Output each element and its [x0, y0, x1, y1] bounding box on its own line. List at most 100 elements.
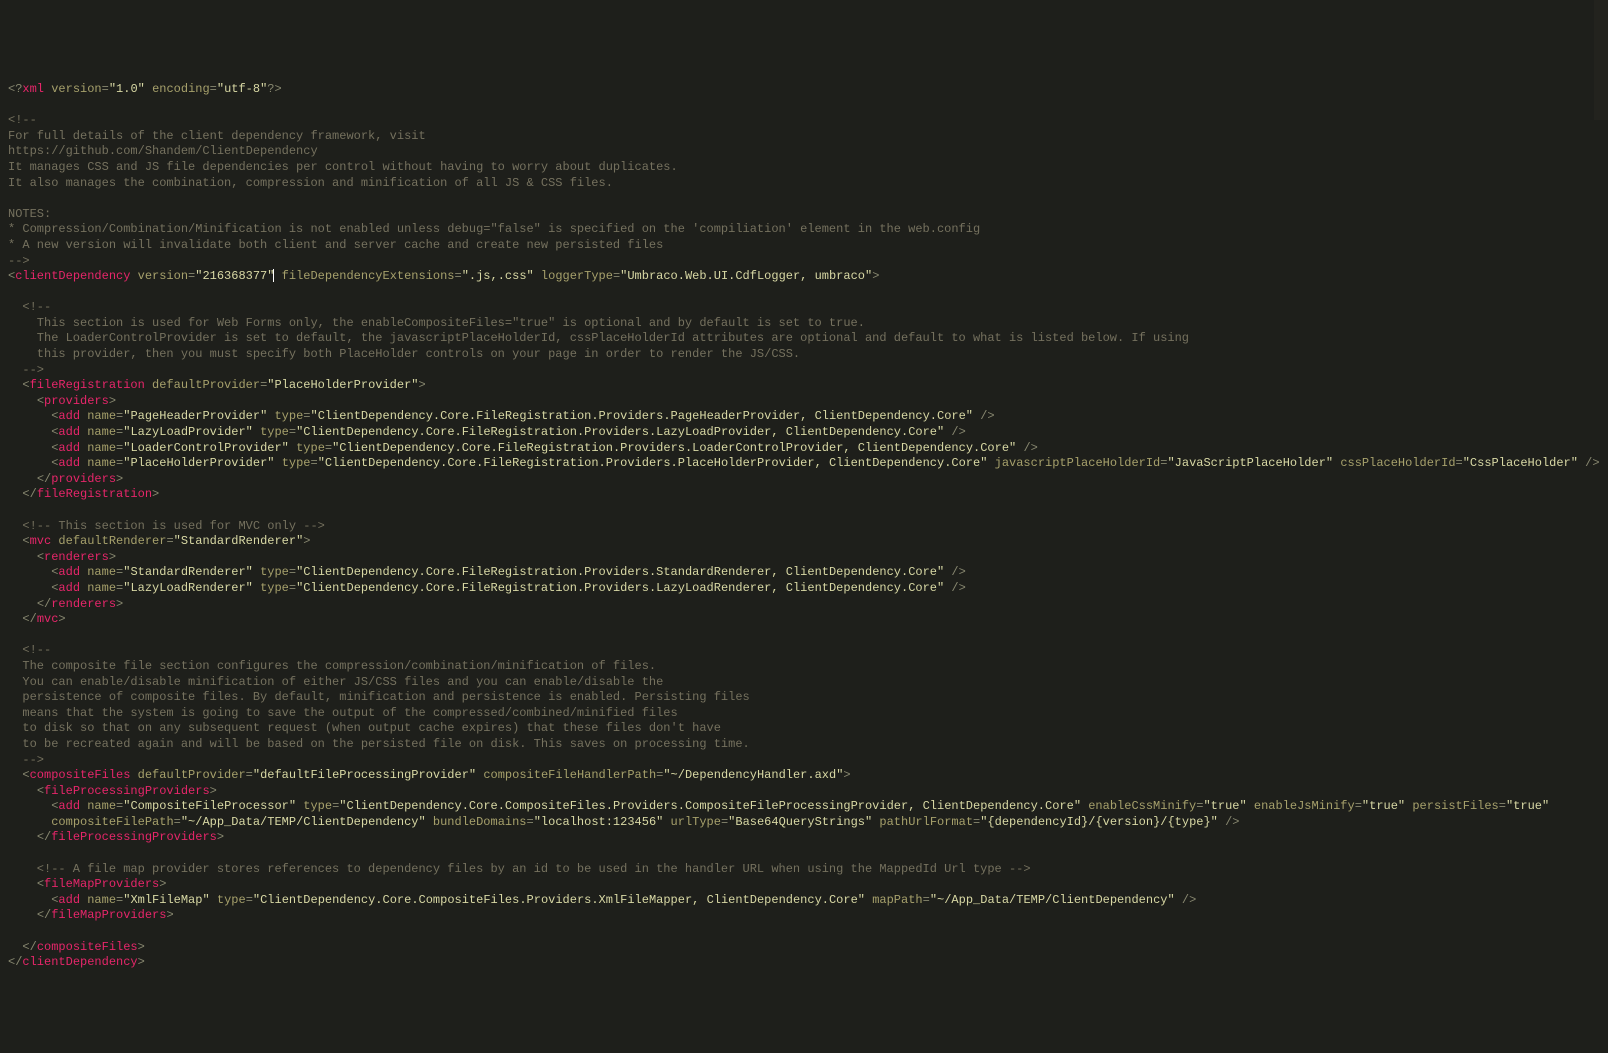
lt: < — [37, 550, 44, 564]
mvc-renderer-0-attr-1: type — [260, 565, 289, 579]
mvc-renderer-1-val-0: "LazyLoadRenderer" — [123, 581, 253, 595]
xml-pi-open: <? — [8, 82, 22, 96]
fr-provider-1-attr-1: type — [260, 425, 289, 439]
eq: = — [455, 269, 462, 283]
fr-provider-2-attr-1: type — [296, 441, 325, 455]
xml-encoding-val: "utf-8" — [217, 82, 267, 96]
lt: < — [37, 877, 44, 891]
lt: < — [37, 394, 44, 408]
mvc-renderer-1-attr-0: name — [87, 581, 116, 595]
fr-provider-3-val-1: "ClientDependency.Core.FileRegistration.… — [318, 456, 988, 470]
fr-provider-0-attr-1: type — [274, 409, 303, 423]
fm-prov-val-2: "~/App_Data/TEMP/ClientDependency" — [930, 893, 1175, 907]
cf-prov-l1-attr-3: enableJsMinify — [1254, 799, 1355, 813]
fr-provider-3-attr-2: javascriptPlaceHolderId — [995, 456, 1161, 470]
mvc-renderer-0-val-1: "ClientDependency.Core.FileRegistration.… — [296, 565, 944, 579]
gt: > — [419, 378, 426, 392]
ltslash: </ — [37, 597, 51, 611]
comment4-line-2: You can enable/disable minification of e… — [8, 675, 663, 689]
cf-prov-l1-val-0: "CompositeFileProcessor" — [123, 799, 296, 813]
fr-provider-2-val-1: "ClientDependency.Core.FileRegistration.… — [332, 441, 1016, 455]
eq: = — [246, 768, 253, 782]
providers-close: providers — [51, 472, 116, 486]
slashgt: /> — [951, 581, 965, 595]
clientdep-attr-0: version — [138, 269, 188, 283]
code-editor[interactable]: <?xml version="1.0" encoding="utf-8"?> <… — [8, 82, 1600, 971]
mvc-renderer-1-val-1: "ClientDependency.Core.FileRegistration.… — [296, 581, 944, 595]
fmp-tag: fileMapProviders — [44, 877, 159, 891]
cf-prov-l2-val-2: "Base64QueryStrings" — [728, 815, 872, 829]
gt: > — [152, 487, 159, 501]
fr-provider-1-val-1: "ClientDependency.Core.FileRegistration.… — [296, 425, 944, 439]
add-tag: add — [58, 456, 80, 470]
cf-prov-l2-val-1: "localhost:123456" — [534, 815, 664, 829]
fr-provider-2-val-0: "LoaderControlProvider" — [123, 441, 289, 455]
fr-provider-1-attr-0: name — [87, 425, 116, 439]
eq: = — [210, 82, 217, 96]
fileregistration-val-0: "PlaceHolderProvider" — [267, 378, 418, 392]
xml-version-val: "1.0" — [109, 82, 145, 96]
fr-provider-3-val-2: "JavaScriptPlaceHolder" — [1167, 456, 1333, 470]
ltslash: </ — [22, 940, 36, 954]
comment3: <!-- This section is used for MVC only -… — [8, 519, 325, 533]
eq: = — [311, 456, 318, 470]
comment1-line-9: --> — [8, 254, 30, 268]
gt: > — [843, 768, 850, 782]
comment2-line-0: <!-- — [8, 300, 51, 314]
comment1-line-0: <!-- — [8, 113, 37, 127]
comment4-line-5: to disk so that on any subsequent reques… — [8, 721, 721, 735]
renderers-tag: renderers — [44, 550, 109, 564]
eq: = — [102, 82, 109, 96]
comment1-line-1: For full details of the client dependenc… — [8, 129, 426, 143]
fileregistration-tag: fileRegistration — [30, 378, 145, 392]
text-cursor — [273, 269, 274, 282]
gt: > — [210, 784, 217, 798]
clientdep-attr-1: fileDependencyExtensions — [282, 269, 455, 283]
eq: = — [303, 409, 310, 423]
eq: = — [116, 893, 123, 907]
cf-prov-l2-attr-0: compositeFilePath — [51, 815, 173, 829]
fr-provider-1-val-0: "LazyLoadProvider" — [123, 425, 253, 439]
add-tag: add — [58, 425, 80, 439]
fr-provider-0-val-0: "PageHeaderProvider" — [123, 409, 267, 423]
cf-prov-l1-val-1: "ClientDependency.Core.CompositeFiles.Pr… — [339, 799, 1081, 813]
gt: > — [166, 908, 173, 922]
eq: = — [289, 425, 296, 439]
cf-prov-l1-val-4: "true" — [1506, 799, 1549, 813]
lt: < — [22, 768, 29, 782]
comment1-line-3: It manages CSS and JS file dependencies … — [8, 160, 678, 174]
lt: < — [22, 378, 29, 392]
comment4-line-6: to be recreated again and will be based … — [8, 737, 750, 751]
mvc-renderer-1-attr-1: type — [260, 581, 289, 595]
cf-prov-l2-attr-2: urlType — [671, 815, 721, 829]
cf-prov-l1-attr-1: type — [303, 799, 332, 813]
mvc-close: mvc — [37, 612, 59, 626]
gt: > — [109, 394, 116, 408]
fm-prov-val-0: "XmlFileMap" — [123, 893, 209, 907]
mvc-tag: mvc — [30, 534, 52, 548]
cf-prov-l2-val-0: "~/App_Data/TEMP/ClientDependency" — [181, 815, 426, 829]
comment2-line-2: The LoaderControlProvider is set to defa… — [8, 331, 1189, 345]
eq: = — [174, 815, 181, 829]
slashgt: /> — [951, 425, 965, 439]
ltslash: </ — [37, 830, 51, 844]
eq: = — [1499, 799, 1506, 813]
providers-tag: providers — [44, 394, 109, 408]
eq: = — [289, 565, 296, 579]
fmp-close: fileMapProviders — [51, 908, 166, 922]
eq: = — [1456, 456, 1463, 470]
gt: > — [217, 830, 224, 844]
comment1-line-4: It also manages the combination, compres… — [8, 176, 613, 190]
ltslash: </ — [8, 955, 22, 969]
ltslash: </ — [37, 472, 51, 486]
mvc-attr-0: defaultRenderer — [58, 534, 166, 548]
comment5: <!-- A file map provider stores referenc… — [8, 862, 1031, 876]
fr-provider-3-attr-3: cssPlaceHolderId — [1340, 456, 1455, 470]
compositefiles-attr-1: compositeFileHandlerPath — [483, 768, 656, 782]
add-tag: add — [58, 565, 80, 579]
clientdep-val-2: "Umbraco.Web.UI.CdfLogger, umbraco" — [620, 269, 872, 283]
eq: = — [246, 893, 253, 907]
compositefiles-attr-0: defaultProvider — [138, 768, 246, 782]
clientdependency-close: clientDependency — [22, 955, 137, 969]
mvc-renderer-0-val-0: "StandardRenderer" — [123, 565, 253, 579]
